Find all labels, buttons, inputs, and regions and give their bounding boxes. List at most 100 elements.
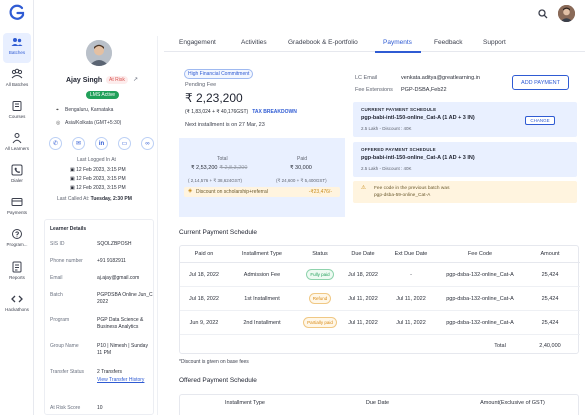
tab-support[interactable]: Support — [483, 39, 506, 46]
table-row: Jul 18, 2022 1st Installment Refund Jul … — [180, 287, 580, 311]
paid-label: Paid — [297, 156, 308, 162]
call-button-icon[interactable]: ✆ — [49, 137, 62, 150]
column-header: Paid on — [194, 251, 214, 257]
login-date: ▣ 12 Feb 2023, 3:15 PM — [70, 167, 126, 173]
discount-value: -₹23,476/- — [308, 189, 332, 195]
total-breakdown: ( 2,14,576 + ₹ 38,624GST) — [188, 178, 243, 183]
person-icon — [12, 133, 22, 144]
learner-profile-panel: Ajay Singh At Risk ↗ LMS Active ⌖ Bengalu… — [40, 36, 158, 415]
fee-info-panel: LC Email venkata.aditya@greatlearning.in… — [349, 64, 585, 217]
warning-text: Fee code in the previous batch was pgp-ds… — [374, 185, 449, 199]
pending-fee-breakdown: (₹ 1,83,024 + ₹ 40,176GST) TAX BREAKDOWN — [185, 109, 297, 115]
link-button-icon[interactable]: ∞ — [141, 137, 154, 150]
rail-item-hackathons[interactable]: Hackathons — [0, 290, 34, 320]
edit-icon[interactable]: ↗ — [133, 76, 138, 83]
total-label: Total — [217, 156, 228, 162]
total-value: ₹ 2,53,200 ₹ 2,8,3,200 — [191, 165, 247, 171]
timezone-row: ◎ Asia/Kolkata (GMT+5:30) — [56, 120, 121, 126]
tab-activities[interactable]: Activities — [241, 39, 267, 46]
detail-value: PGP Data Science & Business Analytics — [97, 317, 144, 330]
linkedin-button-icon[interactable]: in — [95, 137, 108, 150]
paid-on-cell: Jul 18, 2022 — [189, 296, 219, 302]
lms-status-badge: LMS Active — [86, 91, 120, 99]
search-icon[interactable] — [538, 9, 548, 19]
chat-button-icon[interactable]: ▭ — [118, 137, 131, 150]
avatar-image — [558, 5, 575, 22]
table-row: Jun 9, 2022 2nd Installment Partially pa… — [180, 311, 580, 335]
contact-actions: ✆ ✉ in ▭ ∞ — [48, 137, 156, 151]
login-date-text: 12 Feb 2023, 3:15 PM — [76, 176, 126, 182]
due-date-cell: Jul 18, 2022 — [348, 272, 378, 278]
user-avatar[interactable] — [558, 5, 575, 22]
detail-label: At Risk Score — [50, 405, 81, 411]
rail-item-reports[interactable]: Reports — [0, 258, 34, 288]
tab-payments[interactable]: Payments — [383, 39, 412, 46]
location-text: Bengaluru, Karnataka — [65, 107, 114, 113]
offered-schedule-table: Installment Type Due Date Amount(Exclusi… — [179, 394, 579, 415]
rail-item-program[interactable]: Program... — [0, 225, 34, 255]
app-root: Batches All Batches Courses All Learners… — [0, 0, 585, 415]
detail-label: Batch — [50, 292, 63, 298]
tab-engagement[interactable]: Engagement — [179, 39, 216, 46]
warning-line: Fee code in the previous batch was — [374, 186, 450, 191]
learner-details-title: Learner Details — [50, 226, 87, 232]
column-header: Installment Type — [225, 400, 265, 406]
ext-due-date-cell: Jul 11, 2022 — [396, 320, 426, 326]
rail-item-all-learners[interactable]: All Learners — [0, 129, 34, 159]
learner-avatar — [86, 40, 112, 66]
paid-value: ₹ 30,000 — [290, 165, 312, 171]
learner-details-card: Learner Details SIS ID SQOLZBPOSH Phone … — [44, 219, 154, 415]
view-transfer-history-link[interactable]: View Transfer History — [97, 377, 153, 384]
add-payment-button[interactable]: ADD PAYMENT — [512, 75, 569, 90]
amount-cell: 25,424 — [541, 296, 559, 302]
tab-gradebook[interactable]: Gradebook & E-portfolio — [288, 39, 358, 46]
current-schedule-heading: Current Payment Schedule — [179, 229, 258, 236]
column-header: Installment Type — [242, 251, 282, 257]
status-cell: Partially paid — [296, 311, 344, 335]
column-header: Fee Code — [467, 251, 493, 257]
rail-item-label: All Learners — [4, 146, 29, 151]
column-header: Due Date — [351, 251, 375, 257]
column-header: Due Date — [365, 400, 390, 406]
detail-label: Program — [50, 317, 70, 323]
status-badge: Fully paid — [306, 269, 334, 280]
change-schedule-button[interactable]: CHANGE — [525, 116, 555, 125]
last-logged-label: Last Logged In At — [77, 157, 116, 163]
app-logo-icon[interactable] — [9, 4, 25, 22]
detail-value: SQOLZBPOSH — [97, 241, 132, 247]
detail-value: +91 9182911 — [97, 258, 126, 264]
rail-item-payments[interactable]: Payments — [0, 193, 34, 223]
offered-schedule-title: OFFERED PAYMENT SCHEDULE — [361, 147, 436, 152]
rail-item-batches[interactable]: Batches — [3, 33, 31, 63]
fee-code-cell: pgp-dsba-132-online_Cat-A — [446, 296, 514, 302]
detail-label: Email — [50, 275, 63, 281]
rail-item-dialer[interactable]: Dialer — [0, 161, 34, 191]
installment-type-cell: Admission Fee — [243, 272, 281, 278]
rail-item-courses[interactable]: Courses — [0, 97, 34, 127]
next-installment-text: Next installment is on 27 Mar, 23 — [185, 122, 265, 128]
detail-value: PGPDSBA Online Jun_C 2022 — [97, 292, 153, 305]
amount-cell: 25,424 — [541, 272, 559, 278]
current-schedule-table: Paid on Installment Type Status Due Date… — [179, 245, 580, 354]
detail-value: 10 — [97, 405, 103, 411]
rail-item-label: Reports — [9, 275, 25, 280]
ext-due-date-cell: Jul 11, 2022 — [396, 296, 426, 302]
due-date-cell: Jul 11, 2022 — [348, 320, 378, 326]
warning-line: pgp-dsba-59-online_Cat-A — [374, 193, 431, 198]
email-button-icon[interactable]: ✉ — [72, 137, 85, 150]
pending-fee-card: High Financial Commitment Pending Fee ₹ … — [179, 64, 344, 138]
detail-value: P10 | Nimesh | Sunday 11 PM — [97, 343, 148, 356]
discount-label: Discount on scholarship+referral — [196, 189, 268, 195]
installment-type-cell: 1st Installment — [244, 296, 280, 302]
group-icon — [11, 68, 23, 79]
lc-email-value: venkata.aditya@greatlearning.in — [401, 75, 480, 81]
ext-due-date-cell: - — [410, 272, 412, 278]
warning-icon: ⚠ — [361, 185, 366, 191]
status-badge: Refund — [308, 293, 332, 304]
total-original-amount: ₹ 2,8,3,200 — [219, 165, 248, 171]
report-icon — [12, 261, 22, 273]
tax-breakdown-link[interactable]: TAX BREAKDOWN — [252, 109, 297, 115]
rail-item-all-batches[interactable]: All Batches — [0, 65, 34, 95]
tab-feedback[interactable]: Feedback — [434, 39, 463, 46]
rail-item-label: Program... — [6, 242, 28, 247]
